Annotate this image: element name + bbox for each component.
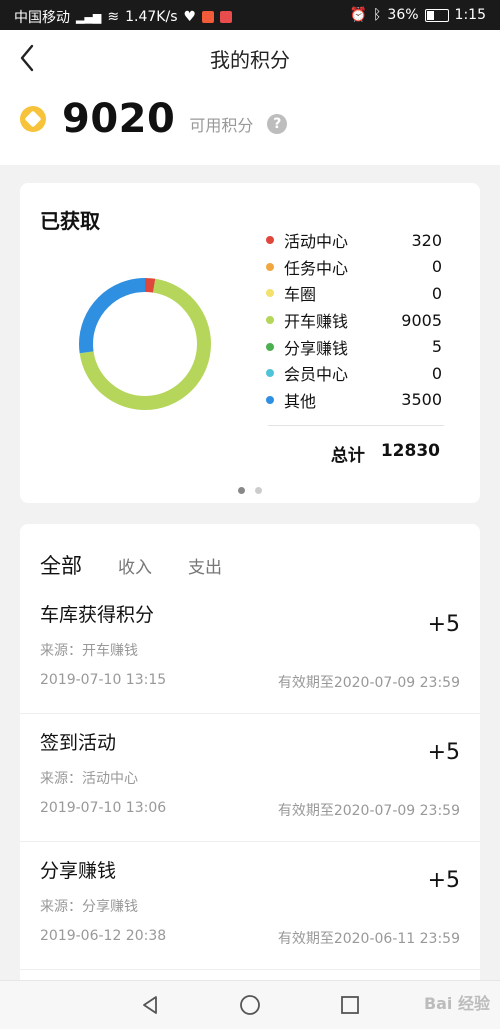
tab-0[interactable]: 全部 [40,550,82,580]
record-source: 来源：分享赚钱 [40,899,138,915]
legend-item: 车圈 0 [266,280,442,307]
record-amount: +5 [427,740,460,765]
record-amount: +5 [427,868,460,893]
watermark: Bai 经验 [423,994,490,1013]
question-icon[interactable]: ? [267,114,288,134]
record-title: 分享赚钱 [40,860,117,882]
legend-dot-icon [266,395,274,404]
network-speed: 1.47K/s [125,9,178,25]
total-label: 总计 [330,446,365,466]
record-expiry: 有效期至2020-07-09 23:59 [277,675,460,691]
history-record[interactable]: 签到活动 +5 来源：活动中心 2019-07-10 13:06 有效期至2020-07… [20,714,480,842]
map-app-icon [220,11,233,23]
record-time: 2019-06-12 20:38 [40,928,167,944]
legend-divider [268,425,444,426]
available-points: 9020 [62,96,176,142]
tab-1[interactable]: 收入 [118,553,152,578]
wifi-icon: ≋ [107,9,120,25]
legend-dot-icon [266,316,274,325]
legend-dot-icon [266,236,274,245]
heart-icon: ♥ [183,9,197,25]
legend-name: 活动中心 [284,232,349,252]
legend-dot-icon [266,289,274,298]
history-list: 车库获得积分 +5 来源：开车赚钱 2019-07-10 13:15 有效期至2020-… [20,586,480,970]
earned-points-card: 已获取 活动中心 320 任务中心 0 车圈 0 开车赚钱 9005 分享赚钱 5 会员中心 0 其他 3… [20,183,480,503]
legend-name: 分享赚钱 [284,338,349,358]
carrier-label: 中国移动 [14,10,70,26]
legend-name: 车圈 [284,285,317,305]
legend-value: 0 [431,283,442,303]
video-app-icon [202,11,215,23]
legend-dot-icon [266,369,274,378]
points-header: 我的积分 9020 可用积分 ? [0,30,500,165]
pager-dot[interactable] [255,487,262,494]
points-donut-chart [79,278,211,410]
page-title: 我的积分 [210,48,290,72]
legend-item: 分享赚钱 5 [266,333,442,360]
total-row: 总计 12830 [331,441,440,466]
total-value: 12830 [380,441,440,461]
record-source: 来源：开车赚钱 [40,643,138,659]
clock: 1:15 [454,7,486,23]
legend-name: 任务中心 [284,258,349,278]
legend-value: 3500 [401,390,442,410]
battery-percent: 36% [387,7,419,23]
record-title: 签到活动 [40,732,117,754]
legend-value: 9005 [401,310,442,330]
legend-item: 其他 3500 [266,387,442,414]
points-summary: 9020 可用积分 ? [20,96,288,142]
history-record[interactable]: 分享赚钱 +5 来源：分享赚钱 2019-06-12 20:38 有效期至2020-06… [20,842,480,970]
history-record[interactable]: 车库获得积分 +5 来源：开车赚钱 2019-07-10 13:15 有效期至2020-… [20,586,480,714]
record-time: 2019-07-10 13:06 [40,800,167,816]
record-amount: +5 [427,612,460,637]
square-recent-icon[interactable] [338,993,362,1017]
tab-2[interactable]: 支出 [188,553,222,578]
points-history-card: 全部 收入 支出 车库获得积分 +5 来源：开车赚钱 2019-07-10 13:15 有效… [20,524,480,994]
carousel-pager[interactable] [20,487,480,494]
circle-home-icon[interactable] [238,993,262,1017]
legend-value: 0 [431,363,442,383]
legend-item: 开车赚钱 9005 [266,307,442,334]
bluetooth-icon: ᛒ [373,7,382,23]
pager-dot[interactable] [238,487,245,494]
history-tabs: 全部 收入 支出 [40,550,222,580]
status-bar: 中国移动 ▂▄▆ ≋ 1.47K/s ♥ ⏰ ᛒ 36% 1:15 [0,0,500,30]
record-title: 车库获得积分 [40,604,155,626]
legend-value: 0 [431,257,442,277]
available-points-label: 可用积分 [189,116,254,135]
record-expiry: 有效期至2020-06-11 23:59 [277,931,460,947]
triangle-back-icon[interactable] [138,993,162,1017]
coin-icon [20,106,46,132]
legend-name: 开车赚钱 [284,312,349,332]
legend-value: 5 [431,337,442,357]
legend-dot-icon [266,342,274,351]
alarm-icon: ⏰ [349,7,368,23]
record-expiry: 有效期至2020-07-09 23:59 [277,803,460,819]
record-time: 2019-07-10 13:15 [40,672,167,688]
earned-title: 已获取 [40,209,100,233]
record-source: 来源：活动中心 [40,771,138,787]
legend-item: 活动中心 320 [266,227,442,254]
legend-item: 会员中心 0 [266,360,442,387]
battery-icon [424,8,449,22]
legend-dot-icon [266,262,274,271]
legend-name: 会员中心 [284,365,349,385]
signal-icon: ▂▄▆ [76,10,102,24]
legend-name: 其他 [284,391,317,411]
legend-item: 任务中心 0 [266,254,442,281]
points-legend: 活动中心 320 任务中心 0 车圈 0 开车赚钱 9005 分享赚钱 5 会员中心 0 其他 3500 [266,227,442,413]
legend-value: 320 [411,230,442,250]
